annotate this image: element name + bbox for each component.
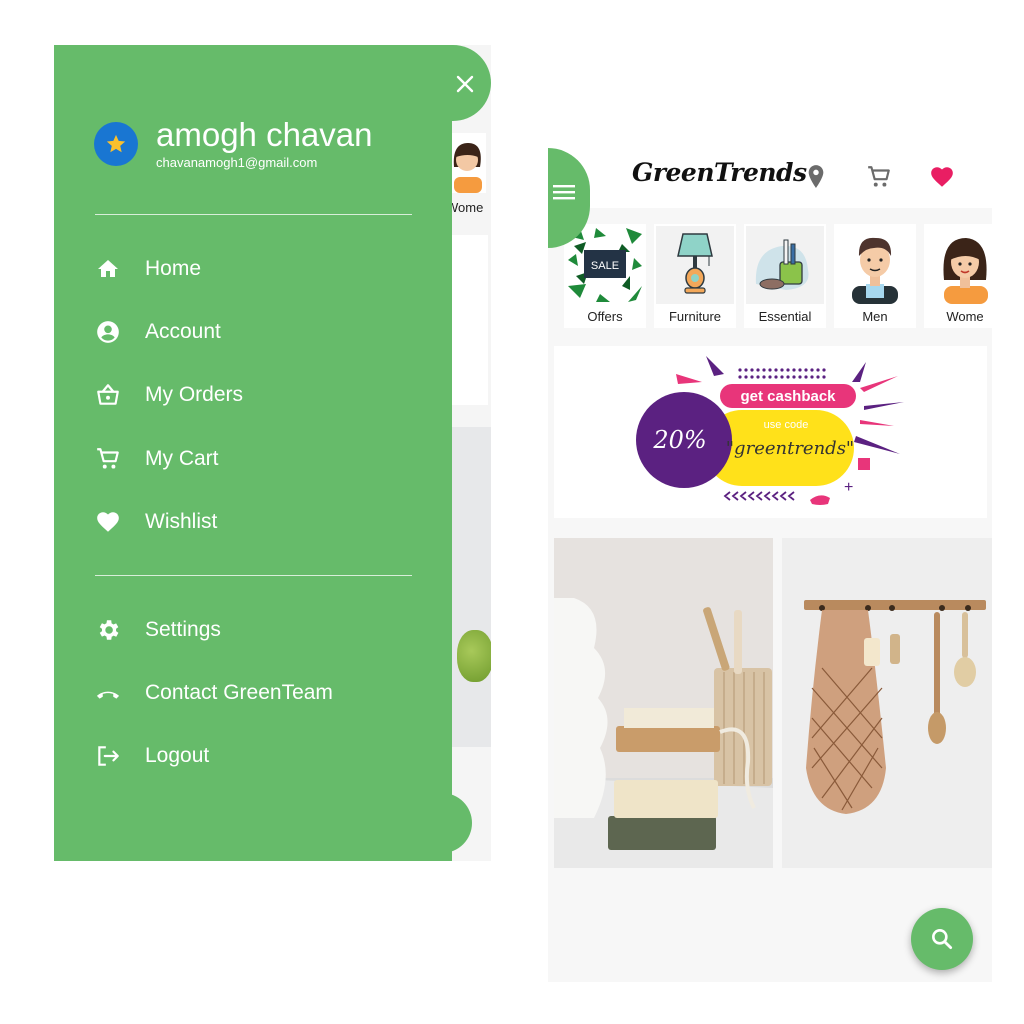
menu-item-label: Account bbox=[145, 320, 221, 343]
hamburger-icon bbox=[553, 185, 575, 200]
gear-icon bbox=[94, 616, 122, 644]
menu-item-label: Contact GreenTeam bbox=[145, 681, 333, 704]
menu-item-label: My Cart bbox=[145, 447, 219, 470]
category-label: Essential bbox=[758, 309, 812, 324]
net-bag-image bbox=[782, 538, 992, 868]
cart-icon bbox=[94, 445, 122, 473]
svg-text:20%: 20% bbox=[652, 426, 706, 454]
menu-item-home[interactable]: Home bbox=[94, 249, 201, 289]
wishlist-button[interactable] bbox=[927, 162, 957, 192]
category-men[interactable]: Men bbox=[834, 224, 916, 328]
cashback-banner[interactable]: 20% get cashback use code "greentrends" … bbox=[554, 346, 987, 518]
star-icon bbox=[106, 134, 126, 152]
location-pin-icon bbox=[808, 165, 824, 188]
menu-item-label: Home bbox=[145, 257, 202, 280]
product-tile-net-bag[interactable] bbox=[782, 538, 992, 868]
close-drawer-button[interactable] bbox=[450, 69, 480, 99]
avatar bbox=[94, 121, 138, 166]
user-email: chavanamogh1@gmail.com bbox=[156, 155, 318, 170]
menu-item-settings[interactable]: Settings bbox=[94, 610, 221, 650]
drawer-divider-top bbox=[95, 214, 412, 215]
background-banner bbox=[452, 235, 488, 405]
menu-item-logout[interactable]: Logout bbox=[94, 736, 209, 776]
menu-item-label: Logout bbox=[145, 744, 210, 767]
basket-icon bbox=[94, 381, 122, 409]
menu-item-label: Settings bbox=[145, 618, 221, 641]
category-label: Furniture bbox=[668, 309, 722, 324]
background-photo bbox=[452, 427, 491, 747]
category-essential[interactable]: Essential bbox=[744, 224, 826, 328]
category-label: Wome bbox=[946, 309, 984, 324]
product-grid bbox=[554, 538, 992, 868]
menu-item-wishlist[interactable]: Wishlist bbox=[94, 502, 217, 542]
svg-text:get cashback: get cashback bbox=[740, 388, 836, 405]
background-category-women bbox=[446, 133, 486, 193]
essential-image bbox=[746, 226, 824, 304]
banner-graphic: 20% get cashback use code "greentrends" … bbox=[636, 356, 904, 505]
cart-button[interactable] bbox=[864, 162, 894, 192]
menu-item-account[interactable]: Account bbox=[94, 312, 221, 352]
close-icon bbox=[456, 75, 474, 93]
home-icon bbox=[94, 255, 122, 283]
menu-item-my-cart[interactable]: My Cart bbox=[94, 439, 219, 479]
phone-hangup-icon bbox=[94, 679, 122, 707]
search-icon bbox=[932, 929, 953, 950]
app-logo: GreenTrends bbox=[632, 158, 807, 187]
category-label: Offers bbox=[587, 309, 623, 324]
logout-icon bbox=[94, 742, 122, 770]
navigation-drawer: amogh chavan chavanamogh1@gmail.com Home… bbox=[54, 45, 452, 861]
svg-text:+: + bbox=[844, 479, 853, 496]
category-furniture[interactable]: Furniture bbox=[654, 224, 736, 328]
svg-text:use code: use code bbox=[764, 419, 809, 431]
bath-products-image bbox=[554, 538, 773, 868]
category-list: SALE Offers Furniture Essential Men Wome bbox=[564, 224, 992, 328]
background-apple-image bbox=[457, 630, 491, 682]
product-tile-bath[interactable] bbox=[554, 538, 773, 868]
heart-icon bbox=[94, 508, 122, 536]
menu-item-my-orders[interactable]: My Orders bbox=[94, 375, 243, 415]
home-screen: GreenTrends SALE Offers Furniture Essent… bbox=[548, 148, 992, 982]
drawer-screen: Wome amogh chavan chavanamogh1@gmail.com… bbox=[54, 45, 491, 861]
menu-item-contact-greenteam[interactable]: Contact GreenTeam bbox=[94, 673, 333, 713]
women-image bbox=[926, 226, 992, 304]
men-image bbox=[836, 226, 914, 304]
svg-text:"greentrends": "greentrends" bbox=[726, 438, 854, 459]
location-button[interactable] bbox=[801, 162, 831, 192]
user-name: amogh chavan bbox=[156, 116, 373, 153]
category-label: Men bbox=[862, 309, 888, 324]
furniture-image bbox=[656, 226, 734, 304]
category-offers[interactable]: SALE Offers bbox=[564, 224, 646, 328]
svg-text:SALE: SALE bbox=[591, 260, 619, 272]
menu-item-label: My Orders bbox=[145, 383, 244, 406]
cart-icon bbox=[868, 166, 890, 187]
heart-icon bbox=[931, 167, 953, 187]
account-icon bbox=[94, 318, 122, 346]
menu-item-label: Wishlist bbox=[145, 510, 218, 533]
drawer-divider-bottom bbox=[95, 575, 412, 576]
app-bar: GreenTrends bbox=[548, 148, 992, 208]
canvas: Wome amogh chavan chavanamogh1@gmail.com… bbox=[0, 0, 1024, 1024]
offers-image: SALE bbox=[566, 226, 644, 304]
user-header: amogh chavan chavanamogh1@gmail.com bbox=[94, 117, 372, 170]
search-button[interactable] bbox=[911, 908, 973, 970]
category-women[interactable]: Wome bbox=[924, 224, 992, 328]
